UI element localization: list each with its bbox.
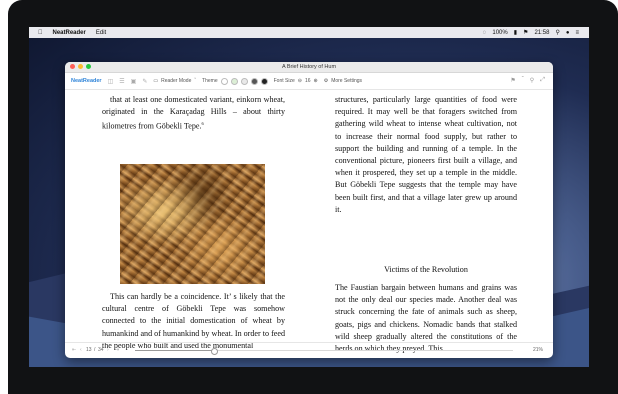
laptop-base — [8, 367, 618, 394]
menu-edit[interactable]: Edit — [96, 30, 106, 36]
gobekli-tepe-photo — [120, 164, 265, 284]
font-size-label: Font Size — [273, 78, 295, 84]
more-settings-button[interactable]: ⚙ More Settings — [324, 78, 362, 84]
first-page-icon[interactable]: ⇤ — [72, 347, 76, 353]
theme-label: Theme — [202, 78, 218, 84]
battery-percent: 100% — [492, 29, 508, 36]
progress-fill — [135, 350, 215, 351]
chevron-down-icon: ˇ — [194, 78, 197, 84]
last-page-icon[interactable]: ⇥ — [115, 347, 119, 353]
paragraph: structures, particularly large quantitie… — [335, 95, 517, 214]
reader-mode-icon: ▭ — [153, 78, 159, 84]
book-page: that at least one domesticated variant, … — [65, 91, 553, 353]
bookmark-icon[interactable]: ⚑ — [510, 77, 515, 84]
clock[interactable]: 21:58 — [534, 30, 549, 36]
desktop-screen:  NeatReader Edit ◌ 100% ▮ ⚑ 21:58 ⚲ ● ≡… — [29, 27, 589, 367]
total-pages: 34 — [98, 347, 104, 353]
progress-percent: 21% — [532, 347, 543, 353]
apple-icon[interactable]:  — [38, 30, 43, 36]
reader-window: A Brief History of Hum NeatReader ◫ ☰ ▣ … — [65, 62, 553, 358]
left-column: that at least one domesticated variant, … — [102, 94, 285, 133]
menu-list-icon[interactable]: ≡ — [575, 30, 579, 36]
current-page[interactable]: 13 — [86, 347, 92, 353]
reader-toolbar: NeatReader ◫ ☰ ▣ ✎ ▭ Reader Mode ˇ Theme… — [65, 73, 553, 90]
library-icon[interactable]: ◫ — [108, 78, 114, 85]
siri-icon[interactable]: ● — [566, 30, 570, 36]
footnote-link[interactable]: 6 — [202, 121, 204, 126]
toc-icon[interactable]: ☰ — [119, 78, 124, 85]
notes-icon[interactable]: ✎ — [142, 78, 147, 85]
progress-handle[interactable] — [211, 348, 219, 355]
bookmark-list-icon[interactable]: ▣ — [131, 78, 137, 85]
paragraph-text: that at least one domesticated variant, … — [102, 95, 285, 132]
brand-logo: NeatReader — [71, 78, 102, 84]
theme-gray-swatch[interactable] — [240, 77, 248, 85]
font-size-value: 16 — [304, 78, 311, 84]
theme-selector: Theme — [202, 77, 268, 85]
reader-mode-label: Reader Mode — [161, 78, 192, 84]
chevron-down-icon[interactable]: ˇ — [522, 77, 524, 84]
theme-black-swatch[interactable] — [260, 77, 268, 85]
window-titlebar: A Brief History of Hum — [65, 62, 553, 73]
next-page-icon[interactable]: › — [107, 347, 109, 353]
theme-dark-swatch[interactable] — [250, 77, 258, 85]
font-decrease-button[interactable]: ⊖ — [298, 78, 302, 84]
page-navigation-bar: ⇤ ‹ 13 / 34 › ⇥ 21% — [65, 342, 553, 358]
prev-page-icon[interactable]: ‹ — [80, 347, 82, 353]
gear-icon: ⚙ — [323, 78, 329, 84]
wifi-icon[interactable]: ◌ — [483, 30, 487, 36]
battery-icon[interactable]: ▮ — [514, 29, 517, 36]
more-settings-label: More Settings — [331, 78, 363, 84]
font-increase-button[interactable]: ⊕ — [314, 78, 318, 84]
theme-white-swatch[interactable] — [220, 77, 228, 85]
search-icon[interactable]: ⚲ — [530, 77, 534, 84]
macos-menubar:  NeatReader Edit ◌ 100% ▮ ⚑ 21:58 ⚲ ● ≡ — [29, 27, 589, 38]
window-title: A Brief History of Hum — [281, 64, 337, 70]
progress-slider[interactable] — [135, 348, 513, 355]
section-heading: Victims of the Revolution — [384, 265, 468, 274]
page-separator: / — [94, 347, 96, 353]
menu-app-name[interactable]: NeatReader — [53, 30, 86, 36]
fullscreen-icon[interactable]: ⤢ — [540, 77, 545, 84]
search-icon[interactable]: ⚲ — [555, 29, 559, 36]
flag-icon[interactable]: ⚑ — [523, 29, 528, 36]
font-size-control: Font Size ⊖ 16 ⊕ — [274, 78, 318, 84]
right-column: structures, particularly large quantitie… — [335, 94, 517, 216]
paragraph: that at least one domesticated variant, … — [102, 94, 285, 133]
theme-green-swatch[interactable] — [230, 77, 238, 85]
reader-mode-dropdown[interactable]: ▭ Reader Mode ˇ — [153, 78, 196, 84]
